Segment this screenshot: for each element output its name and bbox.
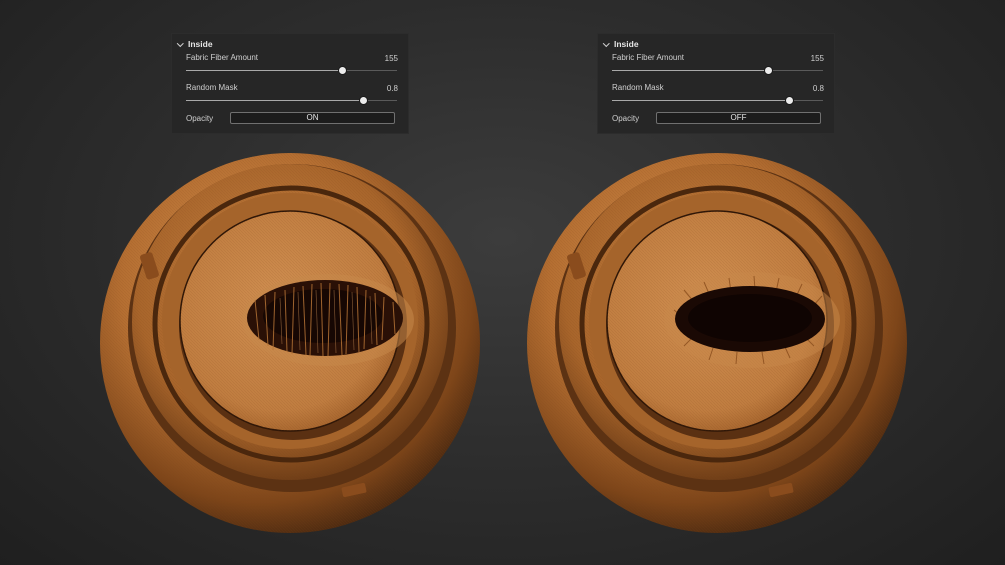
properties-panel-left: Inside Fabric Fiber Amount 155 Random Ma… bbox=[172, 34, 408, 133]
comparison-scene: Inside Fabric Fiber Amount 155 Random Ma… bbox=[0, 0, 1005, 565]
random-mask-label: Random Mask bbox=[612, 83, 664, 92]
random-mask-value[interactable]: 0.8 bbox=[813, 84, 824, 93]
material-preview-render bbox=[527, 153, 907, 533]
material-preview-render bbox=[100, 153, 480, 533]
fabric-fiber-amount-value[interactable]: 155 bbox=[811, 54, 824, 63]
slider-thumb[interactable] bbox=[763, 66, 773, 75]
slider-thumb[interactable] bbox=[784, 96, 794, 105]
opacity-toggle-button[interactable]: OFF bbox=[656, 112, 821, 124]
material-preview-sphere-right bbox=[524, 150, 910, 536]
fabric-fiber-amount-value[interactable]: 155 bbox=[385, 54, 398, 63]
section-title: Inside bbox=[614, 39, 639, 49]
slider-thumb[interactable] bbox=[358, 96, 368, 105]
slider-fill bbox=[186, 70, 343, 71]
slider-fill bbox=[612, 100, 790, 101]
slider-fill bbox=[612, 70, 769, 71]
chevron-down-icon[interactable] bbox=[177, 41, 184, 48]
opacity-toggle-button[interactable]: ON bbox=[230, 112, 395, 124]
opacity-label: Opacity bbox=[186, 114, 214, 123]
section-header-inside[interactable]: Inside bbox=[603, 38, 639, 50]
material-preview-sphere-left bbox=[97, 150, 483, 536]
opacity-label: Opacity bbox=[612, 114, 640, 123]
fabric-fiber-amount-label: Fabric Fiber Amount bbox=[186, 53, 259, 62]
random-mask-slider[interactable] bbox=[186, 96, 397, 105]
section-title: Inside bbox=[188, 39, 213, 49]
fabric-fiber-amount-label: Fabric Fiber Amount bbox=[612, 53, 685, 62]
random-mask-slider[interactable] bbox=[612, 96, 823, 105]
section-header-inside[interactable]: Inside bbox=[177, 38, 213, 50]
slider-thumb[interactable] bbox=[337, 66, 347, 75]
random-mask-label: Random Mask bbox=[186, 83, 238, 92]
hole-core bbox=[688, 294, 812, 342]
fabric-fiber-amount-slider[interactable] bbox=[186, 66, 397, 75]
properties-panel-right: Inside Fabric Fiber Amount 155 Random Ma… bbox=[598, 34, 834, 133]
slider-fill bbox=[186, 100, 364, 101]
chevron-down-icon[interactable] bbox=[603, 41, 610, 48]
fabric-fiber-amount-slider[interactable] bbox=[612, 66, 823, 75]
random-mask-value[interactable]: 0.8 bbox=[387, 84, 398, 93]
